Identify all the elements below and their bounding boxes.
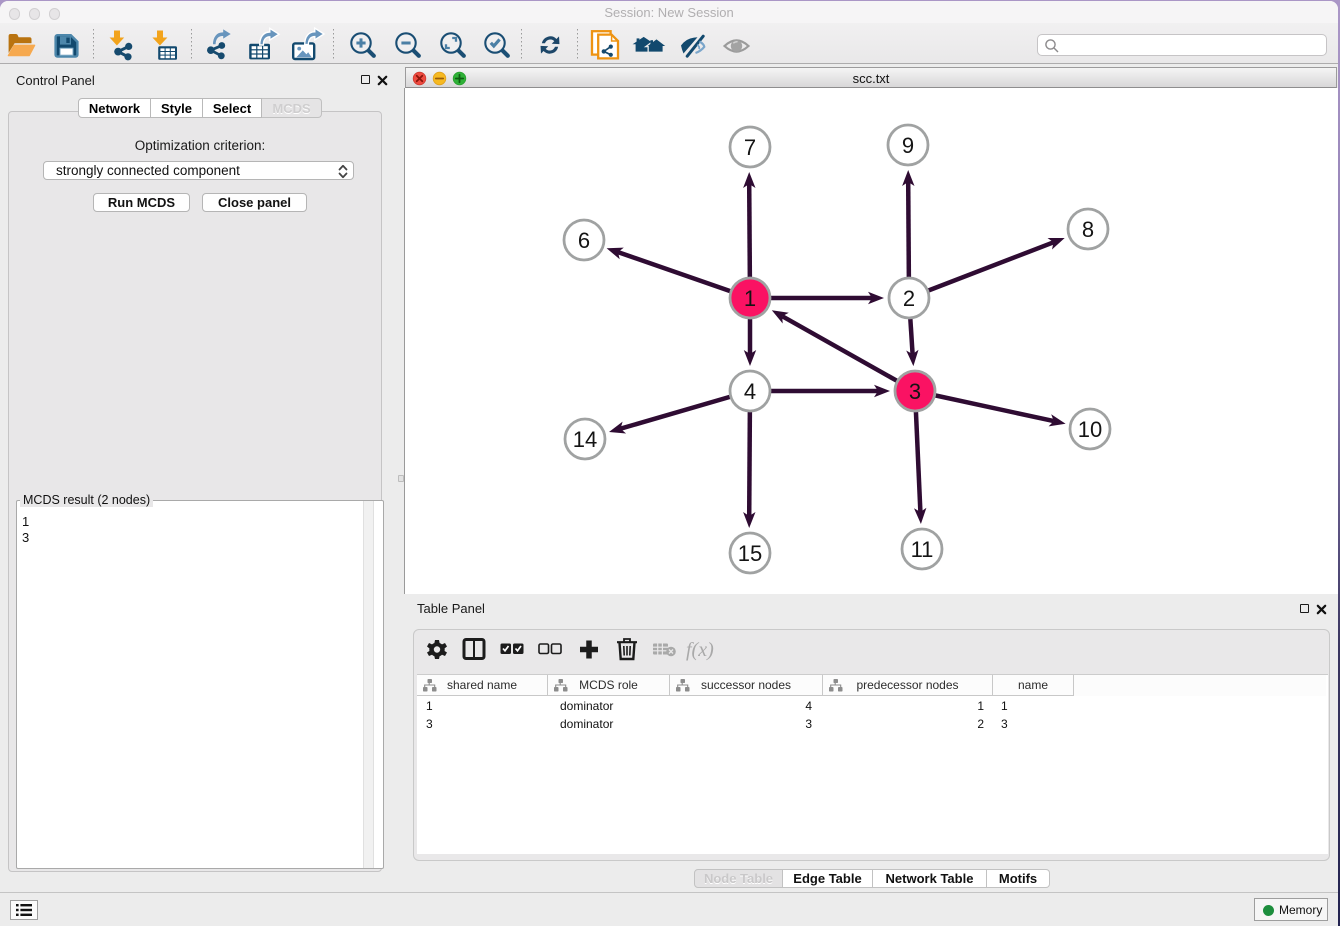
svg-text:3: 3 [909,379,921,404]
svg-text:14: 14 [573,427,597,452]
svg-text:f(x): f(x) [686,639,714,661]
svg-text:4: 4 [744,379,756,404]
svg-text:6: 6 [578,228,590,253]
svg-text:7: 7 [744,135,756,160]
svg-text:1: 1 [744,286,756,311]
svg-text:15: 15 [738,541,762,566]
svg-text:2: 2 [903,286,915,311]
svg-text:9: 9 [902,133,914,158]
svg-text:8: 8 [1082,217,1094,242]
svg-text:11: 11 [911,537,934,562]
svg-text:10: 10 [1078,417,1102,442]
